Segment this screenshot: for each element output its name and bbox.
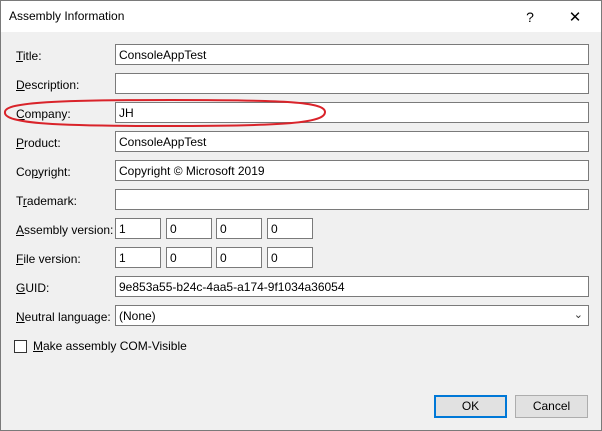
neutral-language-label: Neutral language: [16,310,111,324]
assembly-information-dialog: Assembly Information ? ✕ Title: ConsoleA… [0,0,602,431]
com-visible-label: Make assembly COM-Visible [33,339,187,353]
close-icon: ✕ [568,8,582,26]
assembly-version-revision[interactable]: 0 [267,218,313,239]
assembly-version-minor[interactable]: 0 [166,218,212,239]
description-label: Description: [16,78,80,92]
file-version-revision[interactable]: 0 [267,247,313,268]
help-icon: ? [526,8,534,25]
company-highlight-annotation [4,98,327,128]
trademark-field[interactable] [115,189,589,210]
product-field[interactable]: ConsoleAppTest [115,131,589,152]
dialog-title: Assembly Information [9,9,125,23]
trademark-label: Trademark: [16,194,77,208]
product-label: Product: [16,136,61,150]
file-version-label: File version: [16,252,81,266]
guid-label: GUID: [16,281,50,295]
file-version-major[interactable]: 1 [115,247,161,268]
cancel-button[interactable]: Cancel [515,395,588,418]
close-button[interactable]: ✕ [553,1,597,32]
neutral-language-select[interactable]: (None) ⌄ [115,305,589,326]
description-field[interactable] [115,73,589,94]
guid-field[interactable]: 9e853a55-b24c-4aa5-a174-9f1034a36054 [115,276,589,297]
file-version-minor[interactable]: 0 [166,247,212,268]
title-label: Title: [16,49,42,63]
chevron-down-icon: ⌄ [573,309,583,321]
assembly-version-label: Assembly version: [16,223,114,237]
title-bar: Assembly Information ? ✕ [1,1,601,32]
copyright-label: Copyright: [16,165,71,179]
com-visible-checkbox[interactable] [14,340,27,353]
copyright-field[interactable]: Copyright © Microsoft 2019 [115,160,589,181]
ok-button[interactable]: OK [434,395,507,418]
neutral-language-value: (None) [119,309,156,323]
file-version-build[interactable]: 0 [216,247,262,268]
assembly-version-build[interactable]: 0 [216,218,262,239]
assembly-version-major[interactable]: 1 [115,218,161,239]
help-button[interactable]: ? [508,1,552,32]
title-field[interactable]: ConsoleAppTest [115,44,589,65]
